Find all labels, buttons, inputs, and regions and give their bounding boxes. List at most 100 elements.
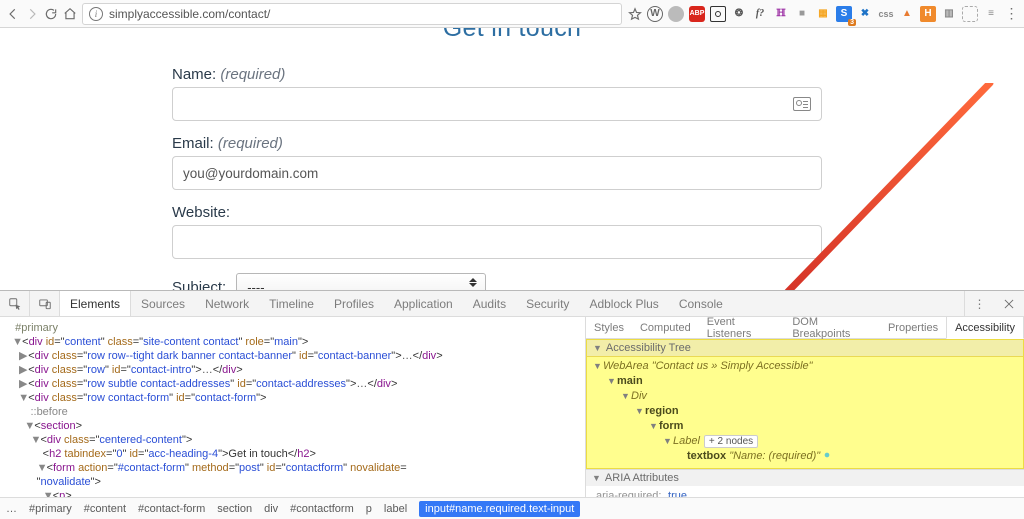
- tab-profiles[interactable]: Profiles: [324, 291, 384, 316]
- devtools-menu-button[interactable]: ⋮: [964, 291, 994, 316]
- dom-line[interactable]: #primary: [6, 321, 585, 335]
- breadcrumb-item-selected[interactable]: input#name.required.text-input: [419, 501, 580, 517]
- tab-security[interactable]: Security: [516, 291, 579, 316]
- side-tab-dombreakpoints[interactable]: DOM Breakpoints: [784, 317, 880, 338]
- breadcrumb-item[interactable]: …: [6, 503, 17, 515]
- breadcrumb-item[interactable]: div: [264, 503, 278, 515]
- input-email[interactable]: you@yourdomain.com: [172, 156, 822, 190]
- dom-line[interactable]: ▼<div id="content" class="site-content c…: [6, 335, 585, 349]
- autofill-icon[interactable]: [793, 97, 811, 111]
- tab-sources[interactable]: Sources: [131, 291, 195, 316]
- dom-line[interactable]: ▶<div class="row subtle contact-addresse…: [6, 377, 585, 391]
- elements-breadcrumb[interactable]: … #primary #content #contact-form sectio…: [0, 497, 1024, 519]
- dashed-box-icon[interactable]: [962, 6, 978, 22]
- side-tab-accessibility[interactable]: Accessibility: [946, 317, 1024, 339]
- ax-node-bullet-icon: [823, 451, 831, 459]
- devtools-panel: Elements Sources Network Timeline Profil…: [0, 290, 1024, 519]
- chevron-updown-icon: [469, 278, 477, 287]
- grey-disc-icon[interactable]: [668, 6, 684, 22]
- alpha-icon[interactable]: ▲: [899, 6, 915, 22]
- panel-icon[interactable]: ▥: [941, 6, 957, 22]
- reload-button[interactable]: [42, 3, 59, 25]
- device-toolbar-button[interactable]: [30, 291, 60, 316]
- wordpress-icon[interactable]: W: [647, 6, 663, 22]
- input-name[interactable]: [172, 87, 822, 121]
- app-root: i simplyaccessible.com/contact/ W ABP ❂ …: [0, 0, 1024, 519]
- dom-line[interactable]: ::before: [6, 405, 585, 419]
- tab-network[interactable]: Network: [195, 291, 259, 316]
- breadcrumb-item[interactable]: #contact-form: [138, 503, 205, 515]
- inspect-element-button[interactable]: [0, 291, 30, 316]
- h-orange-icon[interactable]: H: [920, 6, 936, 22]
- devtools-main-tabs: Elements Sources Network Timeline Profil…: [0, 291, 1024, 317]
- tab-audits[interactable]: Audits: [463, 291, 516, 316]
- breadcrumb-item[interactable]: #contactform: [290, 503, 354, 515]
- s-badge-icon[interactable]: S3: [836, 6, 852, 22]
- pixel-icon[interactable]: ▦: [815, 6, 831, 22]
- dom-line[interactable]: "novalidate">: [6, 475, 585, 489]
- dom-line[interactable]: ▼<form action="#contact-form" method="po…: [6, 461, 585, 475]
- devtools-sidebar: Styles Computed Event Listeners DOM Brea…: [586, 317, 1024, 497]
- tab-console[interactable]: Console: [669, 291, 733, 316]
- devtools-close-button[interactable]: [994, 291, 1024, 316]
- page-content: Get in touch Name: (required) Email: (re…: [172, 28, 852, 290]
- ax-tree-body[interactable]: ▼WebArea "Contact us » Simply Accessible…: [587, 357, 1023, 468]
- omnibox[interactable]: i simplyaccessible.com/contact/: [82, 3, 622, 25]
- site-info-icon[interactable]: i: [89, 7, 103, 21]
- dom-line[interactable]: ▼<section>: [6, 419, 585, 433]
- dom-line[interactable]: ▼<div class="centered-content">: [6, 433, 585, 447]
- aria-attributes-header[interactable]: ▼ARIA Attributes: [586, 469, 1024, 486]
- devtools-body: #primary ▼<div id="content" class="site-…: [0, 317, 1024, 497]
- dom-line[interactable]: ▼<div class="row contact-form" id="conta…: [6, 391, 585, 405]
- list-icon[interactable]: ≡: [983, 6, 999, 22]
- css-text-icon[interactable]: css: [878, 6, 894, 22]
- sidebar-tabs: Styles Computed Event Listeners DOM Brea…: [586, 317, 1024, 339]
- camera-icon[interactable]: [710, 6, 726, 22]
- dom-line[interactable]: ▶<div class="row" id="contact-intro">…</…: [6, 363, 585, 377]
- tab-elements[interactable]: Elements: [60, 291, 131, 316]
- field-row-subject: Subject: ----: [172, 273, 852, 290]
- extensions-row: W ABP ❂ f? ℍ ■ ▦ S3 ✖ css ▲ H ▥ ≡: [647, 6, 1001, 22]
- x-blue-icon[interactable]: ✖: [857, 6, 873, 22]
- tab-adblock[interactable]: Adblock Plus: [579, 291, 668, 316]
- field-row-email: Email: (required) you@yourdomain.com: [172, 135, 852, 190]
- square-icon[interactable]: ■: [794, 6, 810, 22]
- url-text: simplyaccessible.com/contact/: [109, 7, 270, 21]
- side-tab-computed[interactable]: Computed: [632, 317, 699, 338]
- field-row-website: Website:: [172, 204, 852, 259]
- font-icon[interactable]: f?: [752, 6, 768, 22]
- home-button[interactable]: [61, 3, 78, 25]
- side-tab-eventlisteners[interactable]: Event Listeners: [699, 317, 785, 338]
- forward-button[interactable]: [23, 3, 40, 25]
- tab-application[interactable]: Application: [384, 291, 463, 316]
- breadcrumb-item[interactable]: #content: [84, 503, 126, 515]
- breadcrumb-item[interactable]: label: [384, 503, 407, 515]
- breadcrumb-item[interactable]: p: [366, 503, 372, 515]
- ax-tree-title[interactable]: ▼Accessibility Tree: [587, 340, 1023, 357]
- dom-line[interactable]: ▶<div class="row row--tight dark banner …: [6, 349, 585, 363]
- side-tab-properties[interactable]: Properties: [880, 317, 946, 338]
- dom-line[interactable]: <h2 tabindex="0" id="acc-heading-4">Get …: [6, 447, 585, 461]
- page-title: Get in touch: [172, 28, 852, 48]
- label-subject: Subject:: [172, 279, 226, 291]
- label-website: Website:: [172, 204, 852, 221]
- headings-icon[interactable]: ℍ: [773, 6, 789, 22]
- page-viewport[interactable]: Get in touch Name: (required) Email: (re…: [0, 28, 1024, 290]
- breadcrumb-item[interactable]: section: [217, 503, 252, 515]
- back-button[interactable]: [4, 3, 21, 25]
- side-tab-styles[interactable]: Styles: [586, 317, 632, 338]
- label-name: Name: (required): [172, 66, 852, 83]
- bookmark-button[interactable]: [626, 3, 643, 25]
- chrome-menu-button[interactable]: ⋮: [1003, 3, 1020, 25]
- input-website[interactable]: [172, 225, 822, 259]
- dom-line[interactable]: ▼<p>: [6, 489, 585, 497]
- label-email: Email: (required): [172, 135, 852, 152]
- field-row-name: Name: (required): [172, 66, 852, 121]
- elements-dom-tree[interactable]: #primary ▼<div id="content" class="site-…: [0, 317, 586, 497]
- accessibility-tree-section: ▼Accessibility Tree ▼WebArea "Contact us…: [586, 339, 1024, 469]
- torch-icon[interactable]: ❂: [731, 6, 747, 22]
- abp-icon[interactable]: ABP: [689, 6, 705, 22]
- tab-timeline[interactable]: Timeline: [259, 291, 324, 316]
- select-subject[interactable]: ----: [236, 273, 486, 290]
- breadcrumb-item[interactable]: #primary: [29, 503, 72, 515]
